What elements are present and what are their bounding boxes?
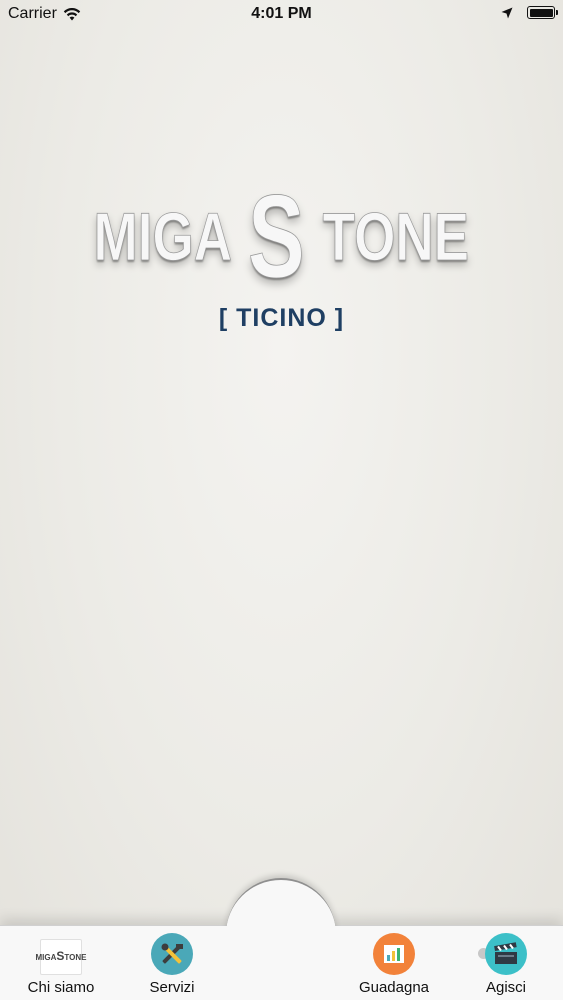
more-button-area[interactable] — [220, 926, 521, 1000]
migastone-logo-icon: MIGASTONE — [36, 939, 87, 975]
tab-label: Guadagna — [358, 979, 430, 996]
status-time: 4:01 PM — [251, 5, 312, 22]
tab-label: Agisci — [485, 979, 526, 996]
tab-agisci[interactable]: Agisci — [456, 933, 556, 996]
tools-icon — [151, 933, 193, 975]
tools-glyph — [161, 943, 183, 964]
tab-label: Chi siamo — [27, 979, 95, 996]
location-arrow-icon — [501, 7, 513, 18]
status-right — [501, 6, 558, 19]
tab-label: Servizi — [149, 979, 195, 996]
status-bar: Carrier 4:01 PM — [0, 0, 563, 30]
battery-icon — [527, 6, 558, 19]
app-screen: Carrier 4:01 PM MIGA S TONE [ TICINO ] M… — [0, 0, 563, 1000]
logo-text-left: MIGA — [93, 199, 232, 275]
chart-glyph — [384, 945, 404, 963]
tab-guadagna[interactable]: Guadagna — [344, 933, 444, 996]
region-label: [ TICINO ] — [218, 304, 345, 332]
chart-icon — [373, 933, 415, 975]
clapperboard-glyph — [494, 942, 517, 964]
clapperboard-icon — [485, 933, 527, 975]
logo-text-right: TONE — [322, 199, 469, 275]
tab-bar: MIGASTONE Chi siamo Servizi Guadagna Agi… — [0, 878, 563, 1000]
mini-logo-text: MIGASTONE — [35, 949, 87, 963]
tab-chi-siamo[interactable]: MIGASTONE Chi siamo — [11, 939, 111, 996]
tab-servizi[interactable]: Servizi — [122, 933, 222, 996]
migastone-logo: MIGA S TONE — [0, 171, 563, 303]
logo-big-s: S — [248, 171, 305, 303]
